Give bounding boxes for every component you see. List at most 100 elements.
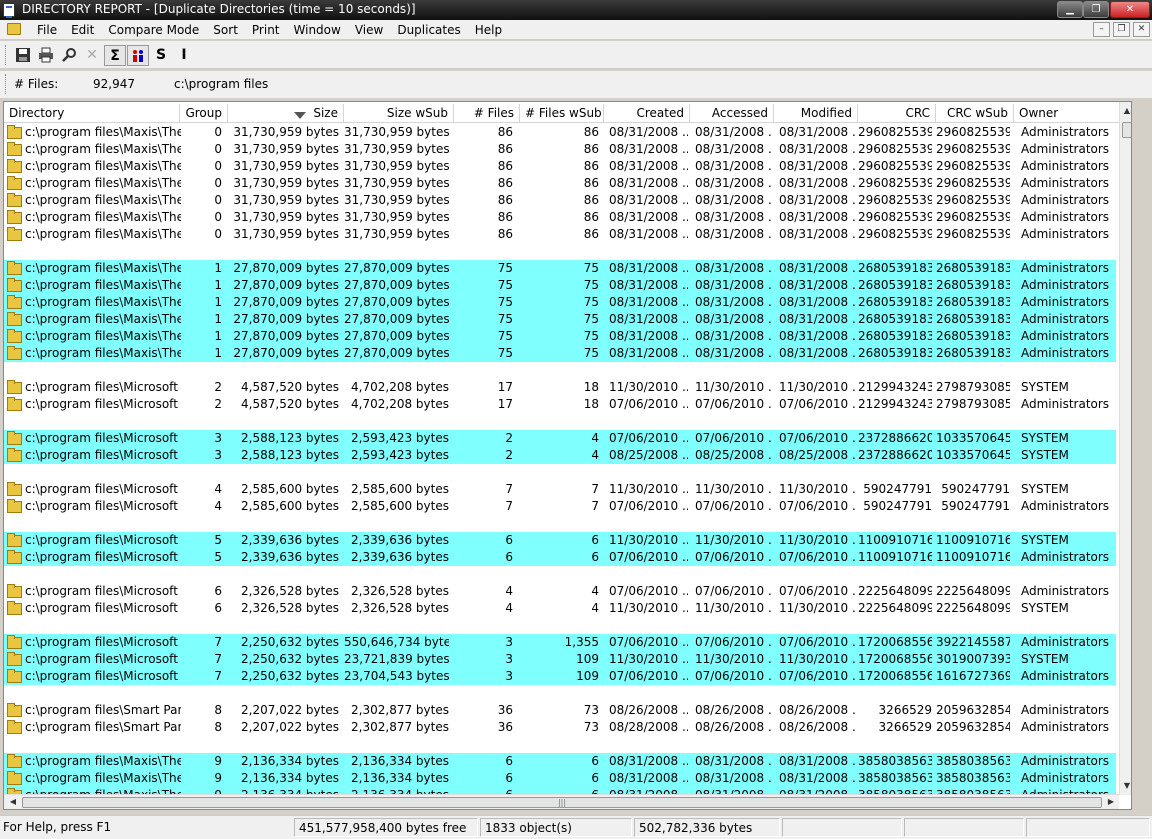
scroll-up-icon[interactable]: ▲: [1120, 104, 1131, 118]
s-icon[interactable]: S: [150, 45, 172, 66]
menu-duplicates[interactable]: Duplicates: [390, 22, 467, 38]
cell-size-wsub: 31,730,959 bytes: [344, 210, 449, 224]
cell-owner: Administrators: [1021, 193, 1110, 207]
table-row[interactable]: c:\program files\Smart Pan... 8 2,207,022 …: [4, 702, 1116, 719]
cell-directory: c:\program files\Microsoft ...: [25, 431, 181, 445]
results-grid: Directory Group Size Size wSub # Files #…: [3, 101, 1132, 810]
table-row[interactable]: c:\program files\Microsoft ... 6 2,326,528…: [4, 600, 1116, 617]
table-row[interactable]: c:\program files\Maxis\The... 1 27,870,009…: [4, 328, 1116, 345]
vertical-scrollbar[interactable]: ▲ ▼: [1119, 102, 1131, 795]
table-row[interactable]: c:\program files\Maxis\The... 9 2,136,334 …: [4, 770, 1116, 787]
cell-accessed: 08/31/2008 ...: [695, 754, 772, 768]
close-button[interactable]: ✕: [1110, 1, 1150, 18]
table-row[interactable]: c:\program files\Microsoft ... 3 2,588,123…: [4, 430, 1116, 447]
column-owner[interactable]: Owner: [1014, 104, 1120, 123]
table-row[interactable]: c:\program files\Maxis\The... 0 31,730,959…: [4, 124, 1116, 141]
cell-files: 75: [497, 346, 513, 360]
print-icon[interactable]: [35, 45, 57, 66]
table-row[interactable]: c:\program files\Microsoft ... 2 4,587,520…: [4, 379, 1116, 396]
table-row[interactable]: c:\program files\Maxis\The... 0 31,730,959…: [4, 209, 1116, 226]
table-row[interactable]: c:\program files\Microsoft ... 4 2,585,600…: [4, 481, 1116, 498]
menu-compare-mode[interactable]: Compare Mode: [101, 22, 206, 38]
column-directory[interactable]: Directory: [4, 104, 180, 123]
toolbar-grip[interactable]: [5, 45, 8, 65]
horizontal-scrollbar[interactable]: ◀ ||| ▶: [4, 794, 1119, 809]
folder-icon: [7, 210, 22, 224]
table-row[interactable]: c:\program files\Maxis\The... 1 27,870,009…: [4, 277, 1116, 294]
i-icon[interactable]: I: [173, 45, 195, 66]
save-icon[interactable]: [12, 45, 34, 66]
column-modified[interactable]: Modified: [774, 104, 858, 123]
cell-owner: Administrators: [1021, 771, 1110, 785]
menu-help[interactable]: Help: [468, 22, 509, 38]
child-close-button[interactable]: ✕: [1133, 22, 1150, 37]
table-row[interactable]: c:\program files\Maxis\The... 0 31,730,959…: [4, 175, 1116, 192]
delete-icon[interactable]: ✕: [81, 45, 103, 66]
column-crc[interactable]: CRC: [858, 104, 936, 123]
files-path: c:\program files: [174, 77, 269, 91]
table-row[interactable]: c:\program files\Maxis\The... 0 31,730,959…: [4, 192, 1116, 209]
column-accessed[interactable]: Accessed: [690, 104, 774, 123]
menu-print[interactable]: Print: [245, 22, 287, 38]
cell-group: 0: [214, 125, 222, 139]
menu-window[interactable]: Window: [287, 22, 348, 38]
restore-button[interactable]: ❐: [1083, 1, 1109, 18]
vertical-scroll-thumb[interactable]: [1122, 122, 1131, 138]
cell-size: 27,870,009 bytes: [233, 295, 339, 309]
table-row[interactable]: c:\program files\Microsoft ... 4 2,585,600…: [4, 498, 1116, 515]
menu-edit[interactable]: Edit: [64, 22, 101, 38]
table-row[interactable]: c:\program files\Maxis\The... 0 31,730,959…: [4, 158, 1116, 175]
column-size[interactable]: Size: [228, 104, 344, 123]
minimize-button[interactable]: ▁: [1057, 1, 1083, 18]
folder-icon[interactable]: [7, 23, 21, 35]
menu-sort[interactable]: Sort: [206, 22, 245, 38]
table-row[interactable]: c:\program files\Maxis\The... 1 27,870,009…: [4, 311, 1116, 328]
scroll-left-icon[interactable]: ◀: [6, 795, 20, 809]
cell-size: 2,326,528 bytes: [241, 601, 339, 615]
column-files-wsub[interactable]: # Files wSub: [520, 104, 604, 123]
menu-view[interactable]: View: [348, 22, 390, 38]
cell-files: 86: [497, 210, 513, 224]
table-row[interactable]: c:\program files\Maxis\The... 9 2,136,334 …: [4, 753, 1116, 770]
table-row[interactable]: c:\program files\Microsoft ... 6 2,326,528…: [4, 583, 1116, 600]
cell-files: 36: [497, 703, 513, 717]
scroll-right-icon[interactable]: ▶: [1104, 795, 1118, 809]
child-minimize-button[interactable]: –: [1093, 22, 1110, 37]
folder-icon: [7, 295, 22, 309]
table-row[interactable]: c:\program files\Microsoft ... 5 2,339,636…: [4, 549, 1116, 566]
app-icon[interactable]: [3, 3, 15, 18]
cell-size: 2,250,632 bytes: [241, 669, 339, 683]
sigma-icon[interactable]: Σ: [104, 45, 126, 66]
table-row[interactable]: c:\program files\Smart Pan... 8 2,207,022 …: [4, 719, 1116, 736]
column-size-wsub[interactable]: Size wSub: [344, 104, 454, 123]
horizontal-scroll-thumb[interactable]: |||: [22, 797, 1102, 808]
child-restore-button[interactable]: ❐: [1113, 22, 1130, 37]
table-row[interactable]: c:\program files\Maxis\The... 0 31,730,959…: [4, 141, 1116, 158]
cell-modified: 11/30/2010 ...: [779, 482, 856, 496]
folder-icon: [7, 193, 22, 207]
cell-accessed: 08/26/2008 ...: [695, 720, 772, 734]
cell-crc: 1720068556: [858, 635, 932, 649]
table-row[interactable]: c:\program files\Microsoft ... 7 2,250,632…: [4, 668, 1116, 685]
column-created[interactable]: Created: [604, 104, 690, 123]
table-row[interactable]: c:\program files\Maxis\The... 1 27,870,009…: [4, 260, 1116, 277]
cell-owner: Administrators: [1021, 125, 1110, 139]
table-row[interactable]: c:\program files\Microsoft ... 3 2,588,123…: [4, 447, 1116, 464]
group-icon[interactable]: [127, 45, 149, 66]
column-group[interactable]: Group: [180, 104, 228, 123]
folder-icon: [7, 142, 22, 156]
table-row[interactable]: c:\program files\Microsoft ... 7 2,250,632…: [4, 634, 1116, 651]
menu-file[interactable]: File: [30, 22, 64, 38]
table-row[interactable]: c:\program files\Maxis\The... 1 27,870,009…: [4, 345, 1116, 362]
table-row[interactable]: c:\program files\Maxis\The... 0 31,730,959…: [4, 226, 1116, 243]
column-crc-wsub[interactable]: CRC wSub: [936, 104, 1014, 123]
cell-size-wsub: 2,302,877 bytes: [351, 720, 449, 734]
find-icon[interactable]: [58, 45, 80, 66]
table-row[interactable]: c:\program files\Microsoft ... 7 2,250,632…: [4, 651, 1116, 668]
table-row[interactable]: c:\program files\Maxis\The... 1 27,870,009…: [4, 294, 1116, 311]
cell-files-wsub: 86: [583, 227, 599, 241]
column-files[interactable]: # Files: [454, 104, 520, 123]
scroll-down-icon[interactable]: ▼: [1120, 779, 1131, 793]
table-row[interactable]: c:\program files\Microsoft ... 5 2,339,636…: [4, 532, 1116, 549]
table-row[interactable]: c:\program files\Microsoft ... 2 4,587,520…: [4, 396, 1116, 413]
